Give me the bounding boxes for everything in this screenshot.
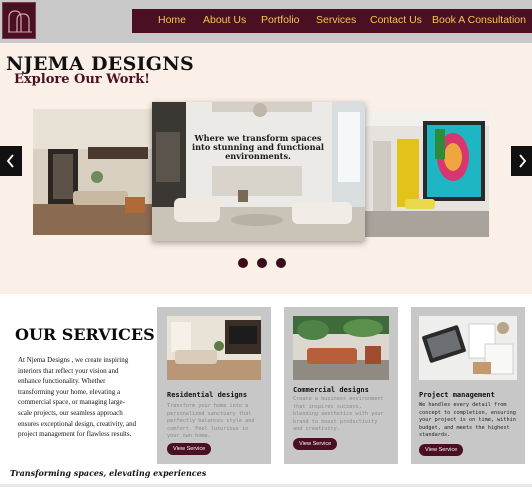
logo-mark-icon [8, 10, 32, 33]
carousel-dot-1[interactable] [238, 258, 248, 268]
chevron-right-icon [519, 154, 527, 168]
service-card-project-management: Project management We handles every deta… [411, 307, 525, 464]
project-management-image [419, 316, 517, 380]
main-nav: Home About Us Portfolio Services Contact… [132, 9, 532, 33]
luxury-lounge-image [152, 102, 365, 241]
carousel-next-button[interactable] [511, 146, 532, 176]
residential-image [167, 316, 261, 380]
chevron-left-icon [6, 154, 14, 168]
service-title: Residential designs [167, 391, 248, 399]
nav-book-consultation[interactable]: Book A Consultation [432, 14, 526, 26]
nav-contact-us[interactable]: Contact Us [370, 14, 422, 26]
colorful-room-image [365, 111, 489, 237]
service-description: Transform your home into a personalized … [167, 403, 255, 440]
nav-portfolio[interactable]: Portfolio [261, 14, 300, 26]
logo[interactable] [2, 2, 36, 39]
carousel-slide-active[interactable]: Where we transform spaces into stunning … [152, 102, 365, 241]
nav-home[interactable]: Home [158, 14, 186, 26]
services-intro: At Njema Designs , we create inspiring i… [18, 356, 137, 439]
site-header: Home About Us Portfolio Services Contact… [0, 0, 532, 43]
hero-subtitle: Explore Our Work! [14, 72, 150, 87]
service-card-residential: Residential designs Transform your home … [157, 307, 271, 464]
service-description: Create a business environment that inspi… [293, 396, 384, 433]
service-title: Commercial designs [293, 386, 369, 394]
view-service-button[interactable]: View Service [167, 443, 212, 455]
service-description: We handles every detail from concept to … [419, 402, 516, 439]
carousel-prev-button[interactable] [0, 146, 22, 176]
tagline: Transforming spaces, elevating experienc… [10, 468, 207, 478]
carousel-dot-3[interactable] [276, 258, 286, 268]
service-card-commercial: Commercial designs Create a business env… [284, 307, 398, 464]
living-room-image [33, 109, 152, 235]
carousel-dot-2[interactable] [257, 258, 267, 268]
slide-caption: Where we transform spaces into stunning … [191, 133, 324, 161]
nav-about-us[interactable]: About Us [203, 14, 246, 26]
carousel-slide-previous[interactable] [33, 109, 152, 235]
view-service-button[interactable]: View Service [293, 438, 338, 450]
carousel-dots [238, 258, 286, 268]
carousel-slide-next[interactable] [365, 111, 489, 237]
commercial-image [293, 316, 389, 380]
view-service-button[interactable]: View Service [419, 444, 464, 456]
nav-services[interactable]: Services [316, 14, 356, 26]
services-title: OUR SERVICES [15, 325, 155, 344]
service-title: Project management [419, 391, 495, 399]
